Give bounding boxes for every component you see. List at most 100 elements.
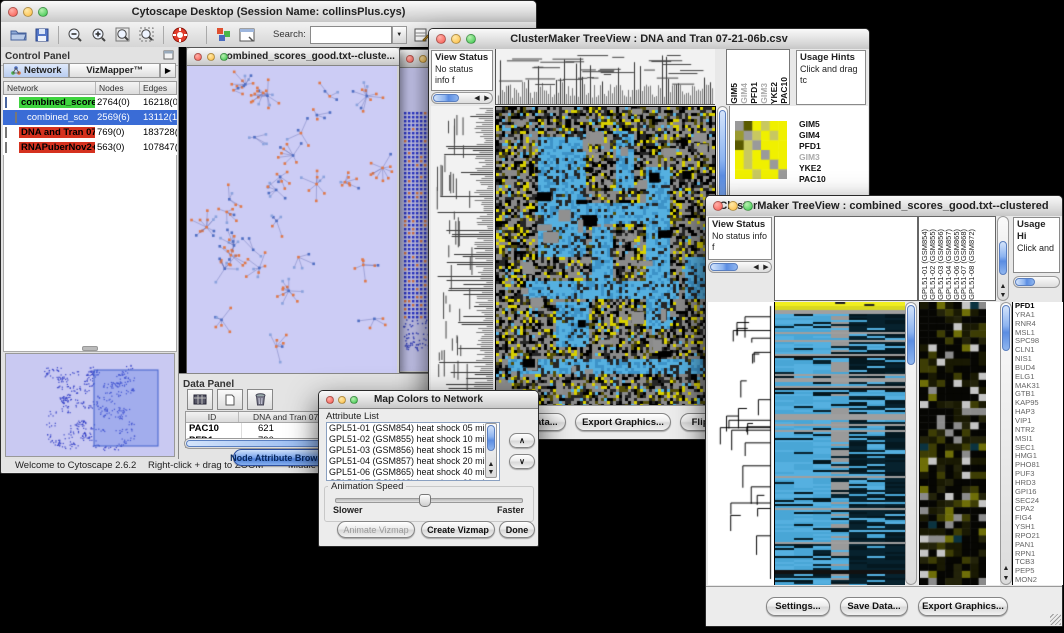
column-label[interactable]: GPL51-08 (GSM872) — [968, 229, 976, 300]
column-label[interactable]: GIM5 — [730, 83, 739, 104]
scrollbar-thumb[interactable] — [999, 241, 1007, 275]
save-data-button[interactable]: Save Data... — [840, 597, 908, 616]
col-nodes[interactable]: Nodes — [96, 82, 140, 94]
export-graphics-button[interactable]: Export Graphics... — [918, 597, 1008, 616]
cytoscape-titlebar[interactable]: Cytoscape Desktop (Session Name: collins… — [1, 1, 536, 23]
row-label[interactable]: PFD1 — [799, 141, 826, 152]
zoom-button[interactable] — [350, 396, 358, 404]
attribute-listbox[interactable]: GPL51-01 (GSM854) heat shock 05 minGPL51… — [326, 422, 500, 481]
scroll-down-icon[interactable]: ▼ — [1001, 575, 1011, 582]
scrollbar-thumb[interactable] — [1002, 305, 1010, 351]
search-input[interactable] — [310, 26, 392, 44]
zoom-button[interactable] — [38, 7, 48, 17]
save-icon[interactable] — [31, 25, 53, 45]
tab-vizmapper[interactable]: VizMapper™ — [69, 63, 159, 78]
done-button[interactable]: Done — [499, 521, 535, 538]
scrollbar-thumb[interactable] — [1015, 278, 1035, 286]
help-lifesaver-icon[interactable] — [169, 25, 191, 45]
zoom-selected-icon[interactable] — [136, 25, 158, 45]
close-button[interactable] — [436, 34, 446, 44]
scroll-up-icon[interactable]: ▲ — [1001, 565, 1011, 572]
scroll-down-icon[interactable]: ▼ — [486, 469, 496, 476]
network-row[interactable]: DNA and Tran 07 769(0) 183728(0) — [3, 125, 177, 140]
heatmap[interactable] — [774, 302, 905, 585]
resize-grip[interactable] — [1050, 614, 1061, 625]
attribute-select-icon[interactable] — [187, 389, 213, 410]
scroll-up-icon[interactable]: ▲ — [486, 461, 496, 468]
column-label[interactable]: GIM3 — [760, 83, 769, 104]
minimize-button[interactable] — [728, 201, 738, 211]
labels-vscrollbar[interactable]: ▲ ▼ — [997, 216, 1009, 301]
panel-icon[interactable] — [236, 25, 258, 45]
column-label[interactable]: PFD1 — [750, 82, 759, 104]
zoom-fit-icon[interactable] — [112, 25, 134, 45]
row-label[interactable]: PAC10 — [799, 174, 826, 185]
network-canvas[interactable] — [187, 66, 397, 373]
column-tree-area[interactable] — [774, 216, 918, 301]
zoom-out-icon[interactable] — [64, 25, 86, 45]
animate-vizmap-button[interactable]: Animate Vizmap — [337, 521, 415, 538]
close-button[interactable] — [713, 201, 723, 211]
panel-splitter[interactable] — [1, 345, 179, 351]
close-button[interactable] — [326, 396, 334, 404]
row-label[interactable]: GIM3 — [799, 152, 826, 163]
heatmap[interactable] — [495, 106, 716, 406]
minimize-button[interactable] — [338, 396, 346, 404]
attribute-item[interactable]: GPL51-01 (GSM854) heat shock 05 min — [327, 423, 499, 434]
column-label[interactable]: PAC10 — [780, 77, 789, 104]
zoom-button[interactable] — [220, 53, 228, 61]
gene-label[interactable]: MON2 — [1015, 576, 1063, 585]
dialog-titlebar[interactable]: Map Colors to Network — [319, 391, 538, 409]
column-dendrogram[interactable] — [495, 49, 715, 105]
scroll-right-icon[interactable]: ▶ — [482, 95, 492, 102]
create-vizmap-button[interactable]: Create Vizmap — [421, 521, 495, 538]
network-row[interactable]: RNAPuberNov2+| 563(0) 107847(0) — [3, 140, 177, 155]
attribute-item[interactable]: GPL51-02 (GSM855) heat shock 10 min — [327, 434, 499, 445]
col-id[interactable]: ID — [186, 412, 239, 422]
scrollbar-thumb[interactable] — [710, 263, 738, 271]
usage-scrollbar[interactable] — [1013, 276, 1060, 288]
treeview1-titlebar[interactable]: ClusterMaker TreeView : DNA and Tran 07-… — [429, 29, 869, 50]
genes-vscrollbar[interactable]: ▲ ▼ — [1000, 302, 1012, 585]
attribute-item[interactable]: GPL51-03 (GSM856) heat shock 15 min — [327, 445, 499, 456]
scrollbar-thumb[interactable] — [487, 425, 495, 451]
scroll-left-icon[interactable]: ◀ — [751, 264, 761, 271]
view-status-scrollbar[interactable]: ◀ ▶ — [431, 92, 493, 104]
attribute-item[interactable]: GPL51-06 (GSM865) heat shock 40 min — [327, 467, 499, 478]
view-status-scrollbar[interactable]: ◀ ▶ — [708, 261, 772, 273]
heatmap-vscrollbar[interactable] — [905, 302, 917, 585]
attribute-item[interactable]: GPL51-04 (GSM857) heat shock 20 min — [327, 456, 499, 467]
selection-heatmap[interactable] — [919, 302, 987, 585]
settings-button[interactable]: Settings... — [766, 597, 830, 616]
correlation-matrix[interactable] — [735, 121, 787, 179]
move-down-button[interactable]: ∨ — [509, 454, 535, 469]
row-dendrogram[interactable] — [708, 302, 774, 585]
column-label[interactable]: GIM4 — [740, 83, 749, 104]
minimize-button[interactable] — [451, 34, 461, 44]
scrollbar-thumb[interactable] — [907, 305, 915, 365]
export-graphics-button[interactable]: Export Graphics... — [575, 413, 671, 431]
scroll-down-icon[interactable]: ▼ — [998, 292, 1008, 299]
tab-network[interactable]: Network — [3, 63, 69, 78]
treeview2-titlebar[interactable]: ClusterMaker TreeView : combined_scores_… — [706, 196, 1062, 217]
minimize-button[interactable] — [207, 53, 215, 61]
close-button[interactable] — [8, 7, 18, 17]
open-file-icon[interactable] — [7, 25, 29, 45]
network-row-selected[interactable]: combined_sco 2569(6) 13112(15) — [3, 110, 177, 125]
scroll-left-icon[interactable]: ◀ — [472, 95, 482, 102]
column-label[interactable]: YKE2 — [770, 82, 779, 104]
row-label[interactable]: GIM5 — [799, 119, 826, 130]
scroll-up-icon[interactable]: ▲ — [998, 283, 1008, 290]
delete-attribute-icon[interactable] — [247, 389, 273, 410]
close-button[interactable] — [406, 55, 414, 63]
network-row[interactable]: combined_scores 2764(0) 16218(0) — [3, 95, 177, 110]
node-attribute-browser-button[interactable]: Node Attribute Brows... — [233, 449, 327, 466]
col-edges[interactable]: Edges — [140, 82, 176, 94]
birdseye-view[interactable] — [5, 353, 175, 457]
zoom-button[interactable] — [743, 201, 753, 211]
close-button[interactable] — [194, 53, 202, 61]
tab-overflow-arrow[interactable]: ▶ — [160, 63, 176, 78]
scrollbar-thumb[interactable] — [433, 94, 459, 102]
col-network[interactable]: Network — [4, 82, 96, 94]
row-label[interactable]: YKE2 — [799, 163, 826, 174]
